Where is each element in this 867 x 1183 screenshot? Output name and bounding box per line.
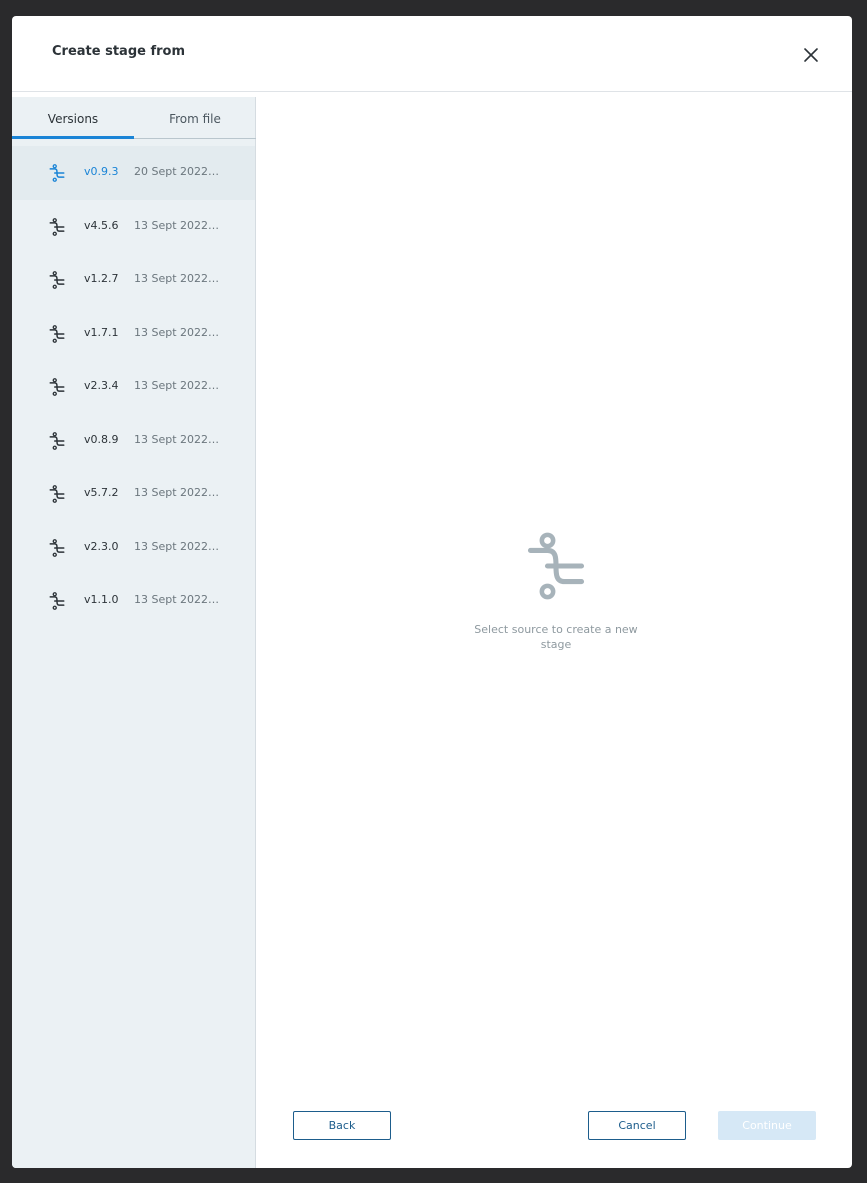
version-name: v5.7.2 <box>84 486 119 499</box>
version-name: v1.1.0 <box>84 593 119 606</box>
close-button[interactable] <box>800 44 822 66</box>
version-name: v2.3.0 <box>84 539 119 553</box>
version-date: 20 Sept 2022 - 10:15 <box>134 165 220 178</box>
back-button[interactable]: Back <box>293 1111 391 1140</box>
branch-icon <box>49 217 65 236</box>
branch-icon <box>49 164 65 182</box>
version-name: v1.2.7 <box>84 272 119 285</box>
version-date: 13 Sept 2022 - 09:41 <box>134 325 220 339</box>
version-date: 13 Sept 2022 - 09:41 <box>134 593 220 606</box>
version-name: v2.3.4 <box>84 379 119 392</box>
version-name: v0.8.9 <box>84 432 119 446</box>
version-row[interactable]: v2.3.4 13 Sept 2022 - 09:41 <box>12 360 255 414</box>
tab-from-file[interactable]: From file <box>134 97 256 138</box>
version-date: 13 Sept 2022 - 09:41 <box>134 432 220 446</box>
tab-versions[interactable]: Versions <box>12 97 134 139</box>
close-icon <box>804 48 818 62</box>
branch-icon <box>49 592 65 610</box>
version-row[interactable]: v5.7.2 13 Sept 2022 - 09:41 <box>12 467 255 521</box>
branch-icon <box>49 324 65 343</box>
version-row[interactable]: v0.9.3 20 Sept 2022 - 10:15 <box>12 146 255 200</box>
version-row[interactable]: v2.3.0 13 Sept 2022 - 09:41 <box>12 521 255 575</box>
version-row[interactable]: v1.1.0 13 Sept 2022 - 09:41 <box>12 574 255 628</box>
continue-button[interactable]: Continue <box>718 1111 816 1140</box>
version-row[interactable]: v4.5.6 13 Sept 2022 - 09:41 <box>12 200 255 254</box>
branch-icon <box>527 532 585 600</box>
version-date: 13 Sept 2022 - 09:41 <box>134 379 220 392</box>
branch-icon <box>49 378 65 396</box>
version-date: 13 Sept 2022 - 09:41 <box>134 218 220 232</box>
cancel-button[interactable]: Cancel <box>588 1111 686 1140</box>
version-name: v0.9.3 <box>84 165 119 178</box>
version-row[interactable]: v1.2.7 13 Sept 2022 - 09:41 <box>12 253 255 307</box>
version-row[interactable]: v1.7.1 13 Sept 2022 - 09:41 <box>12 307 255 361</box>
version-name: v1.7.1 <box>84 325 119 339</box>
empty-state-text: Select source to create a new stage <box>474 623 638 651</box>
branch-icon <box>49 538 65 557</box>
create-stage-dialog: Create stage from Versions From file v0.… <box>12 16 852 1168</box>
empty-state: Select source to create a new stage <box>456 532 656 652</box>
version-date: 13 Sept 2022 - 09:41 <box>134 539 220 553</box>
version-date: 13 Sept 2022 - 09:41 <box>134 486 220 499</box>
version-list: v0.9.3 20 Sept 2022 - 10:15 v4.5.6 13 Se… <box>12 146 255 628</box>
source-tabs: Versions From file <box>12 97 256 139</box>
source-sidebar: Versions From file v0.9.3 20 Sept 2022 -… <box>12 97 256 1168</box>
dialog-title: Create stage from <box>52 44 186 59</box>
branch-icon <box>49 485 65 503</box>
version-name: v4.5.6 <box>84 218 119 232</box>
dialog-header: Create stage from <box>12 16 852 92</box>
branch-icon <box>49 271 65 289</box>
version-row[interactable]: v0.8.9 13 Sept 2022 - 09:41 <box>12 414 255 468</box>
version-date: 13 Sept 2022 - 09:41 <box>134 272 220 285</box>
branch-icon <box>49 431 65 450</box>
